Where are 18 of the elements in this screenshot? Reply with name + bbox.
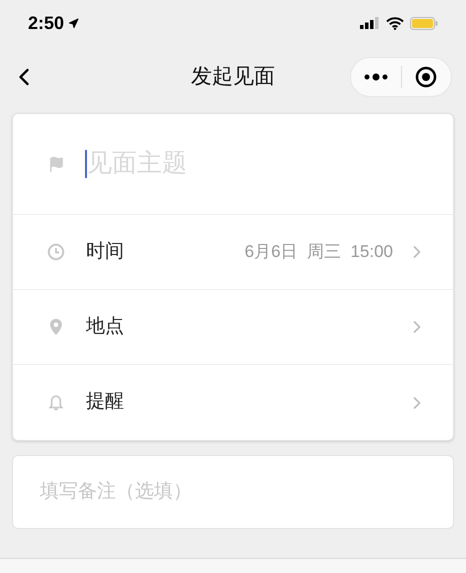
- status-time: 2:50: [28, 12, 64, 34]
- form-row[interactable]: 地点: [13, 290, 453, 365]
- row-label: 提醒: [86, 390, 124, 414]
- form-row[interactable]: 时间 6月6日 周三 15:00: [13, 215, 453, 290]
- form-row[interactable]: 提醒: [13, 365, 453, 440]
- wifi-icon: [386, 16, 404, 30]
- row-label: 地点: [86, 314, 124, 339]
- location-arrow-icon: [68, 18, 80, 28]
- bell-icon: [47, 394, 65, 412]
- page-title: 发起见面: [191, 64, 275, 90]
- signal-icon: [360, 17, 380, 29]
- note-field[interactable]: 填写备注（选填）: [12, 455, 454, 529]
- row-label: 时间: [86, 240, 124, 264]
- battery-icon: [410, 16, 438, 30]
- row-value: 6月6日 周三 15:00: [244, 241, 393, 264]
- clock-icon: [47, 243, 65, 261]
- flag-icon: [48, 156, 65, 172]
- location-pin-icon: [47, 318, 65, 336]
